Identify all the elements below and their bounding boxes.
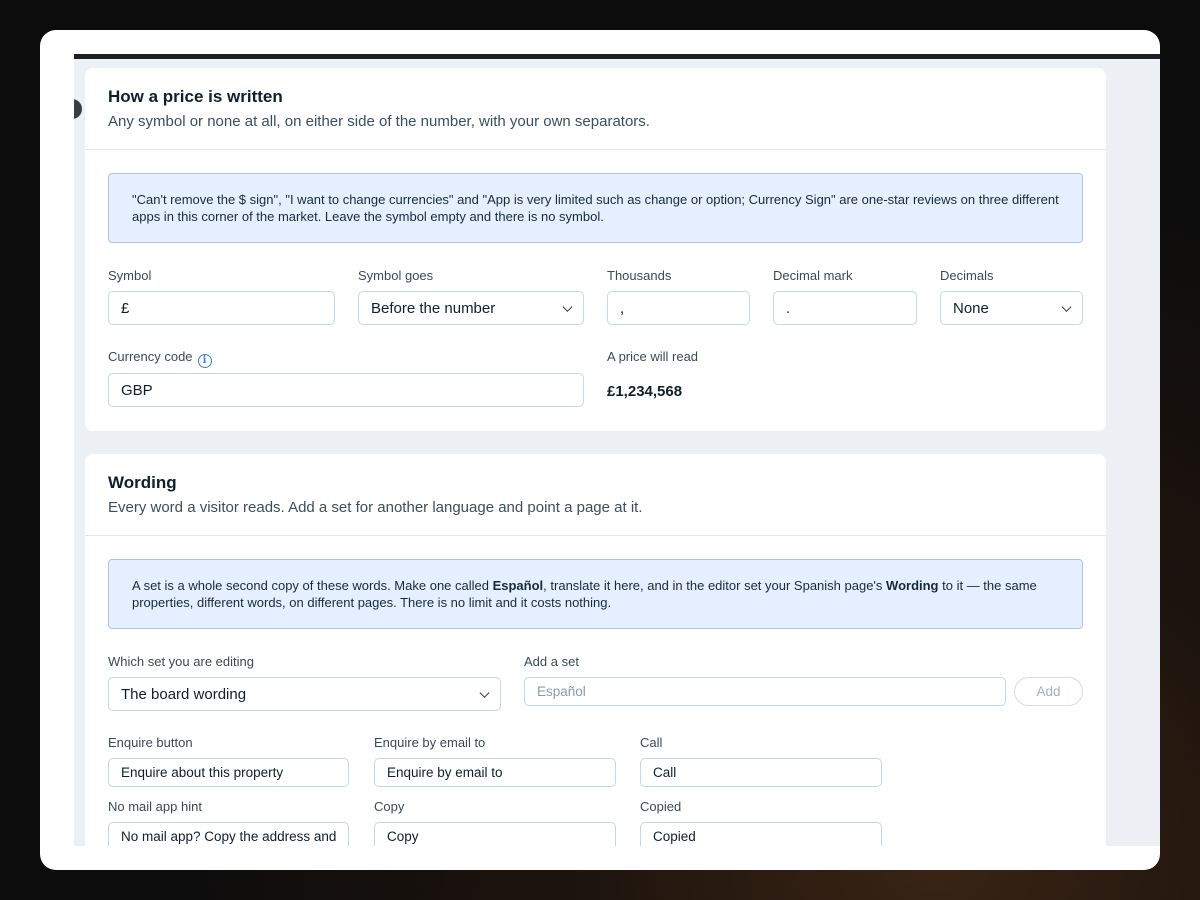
symbol-value: £ <box>121 299 130 317</box>
symbol-position-value: Before the number <box>371 299 496 317</box>
price-card-header: How a price is written Any symbol or non… <box>85 68 1106 150</box>
wording-notice-bold-2: Wording <box>886 578 939 593</box>
symbol-goes-label: Symbol goes <box>358 268 434 283</box>
field-input-enquire-button[interactable]: Enquire about this property <box>108 758 349 787</box>
editing-set-value: The board wording <box>121 685 247 703</box>
currency-code-input[interactable]: GBP <box>108 373 584 407</box>
chevron-down-icon <box>1061 302 1072 312</box>
app-window: How a price is written Any symbol or non… <box>40 30 1160 870</box>
chevron-down-icon <box>479 688 490 698</box>
decimals-select[interactable]: None <box>940 291 1083 325</box>
currency-code-label-text: Currency code <box>108 349 193 364</box>
decimal-mark-value: . <box>786 299 791 317</box>
field-label-enquire-button: Enquire button <box>108 735 193 750</box>
field-value-enquire-button: Enquire about this property <box>121 765 284 780</box>
field-input-call[interactable]: Call <box>640 758 882 787</box>
info-icon[interactable]: i <box>197 354 212 368</box>
field-value-no-mail-hint: No mail app? Copy the address and <box>121 829 337 844</box>
field-input-copy[interactable]: Copy <box>374 822 616 846</box>
currency-code-label: Currency code i <box>108 349 212 368</box>
symbol-input[interactable]: £ <box>108 291 335 325</box>
add-set-label: Add a set <box>524 654 579 669</box>
chevron-down-icon <box>562 302 573 312</box>
editing-set-select[interactable]: The board wording <box>108 677 501 711</box>
price-preview-label: A price will read <box>607 349 699 364</box>
wording-card-header: Wording Every word a visitor reads. Add … <box>85 454 1106 536</box>
field-label-enquire-email: Enquire by email to <box>374 735 486 750</box>
sidebar-toggle-handle[interactable] <box>74 99 82 119</box>
price-preview-value: £1,234,568 <box>607 383 683 400</box>
add-set-input[interactable]: Español <box>524 677 1006 706</box>
wording-notice-text-1: A set is a whole second copy of these wo… <box>132 578 493 593</box>
thousands-label: Thousands <box>607 268 672 283</box>
field-input-no-mail-hint[interactable]: No mail app? Copy the address and <box>108 822 349 846</box>
field-label-call: Call <box>640 735 663 750</box>
decimal-mark-label: Decimal mark <box>773 268 853 283</box>
price-card-title: How a price is written <box>108 87 283 106</box>
field-value-call: Call <box>653 765 677 780</box>
wording-notice: A set is a whole second copy of these wo… <box>108 559 1083 629</box>
thousands-separator-input[interactable]: , <box>607 291 750 325</box>
price-notice: "Can't remove the $ sign", "I want to ch… <box>108 173 1083 243</box>
field-value-copied: Copied <box>653 829 696 844</box>
wording-notice-text-2: , translate it here, and in the editor s… <box>543 578 887 593</box>
decimal-mark-input[interactable]: . <box>773 291 917 325</box>
symbol-label: Symbol <box>108 268 152 283</box>
price-card-subtitle: Any symbol or none at all, on either sid… <box>108 113 650 130</box>
field-value-copy: Copy <box>387 829 419 844</box>
field-label-copy: Copy <box>374 799 405 814</box>
field-label-copied: Copied <box>640 799 682 814</box>
editing-set-label: Which set you are editing <box>108 654 254 669</box>
field-value-enquire-email: Enquire by email to <box>387 765 503 780</box>
add-set-placeholder: Español <box>537 684 586 699</box>
field-input-copied[interactable]: Copied <box>640 822 882 846</box>
field-input-enquire-email[interactable]: Enquire by email to <box>374 758 616 787</box>
wording-card-title: Wording <box>108 473 177 492</box>
wording-card-subtitle: Every word a visitor reads. Add a set fo… <box>108 499 643 516</box>
add-set-button[interactable]: Add <box>1014 677 1083 706</box>
wording-card: Wording Every word a visitor reads. Add … <box>85 454 1106 846</box>
decimals-label: Decimals <box>940 268 994 283</box>
decimals-value: None <box>953 299 989 317</box>
price-format-card: How a price is written Any symbol or non… <box>85 68 1106 431</box>
symbol-position-select[interactable]: Before the number <box>358 291 584 325</box>
thousands-value: , <box>620 299 625 317</box>
settings-canvas[interactable]: How a price is written Any symbol or non… <box>74 59 1160 846</box>
currency-code-value: GBP <box>121 381 153 399</box>
wording-notice-bold-1: Español <box>492 578 544 593</box>
field-label-no-mail-hint: No mail app hint <box>108 799 202 814</box>
